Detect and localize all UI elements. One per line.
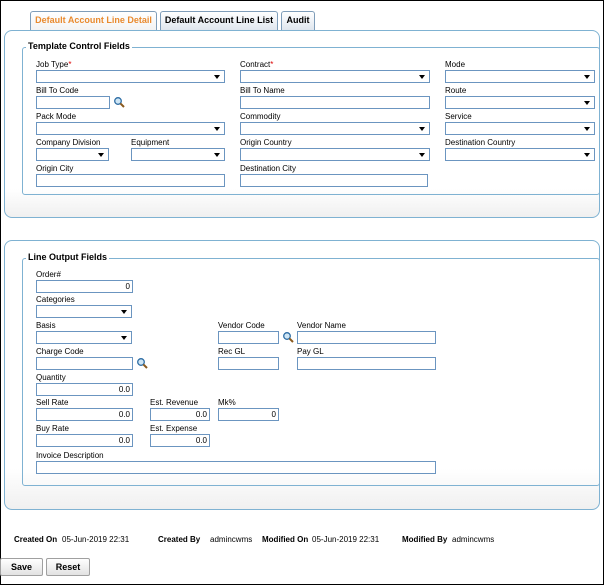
- categories-select[interactable]: [36, 305, 132, 318]
- mk-pct-input[interactable]: 0: [218, 408, 279, 421]
- route-select[interactable]: [445, 96, 595, 109]
- bill-to-code-input[interactable]: [36, 96, 110, 109]
- commodity-label: Commodity: [240, 112, 281, 121]
- chevron-down-icon: [121, 310, 127, 314]
- rec-gl-label: Rec GL: [218, 347, 246, 356]
- chevron-down-icon: [419, 75, 425, 79]
- rec-gl-input[interactable]: [218, 357, 279, 370]
- chevron-down-icon: [584, 127, 590, 131]
- destination-city-input[interactable]: [240, 174, 428, 187]
- destination-country-select[interactable]: [445, 148, 595, 161]
- charge-code-input[interactable]: [36, 357, 133, 370]
- created-by-value: admincwms: [210, 535, 253, 544]
- tab-audit[interactable]: Audit: [281, 11, 315, 30]
- pack-mode-label: Pack Mode: [36, 112, 77, 121]
- sell-rate-label: Sell Rate: [36, 398, 69, 407]
- chevron-down-icon: [419, 127, 425, 131]
- modified-on-label: Modified On: [262, 535, 309, 544]
- modified-by-label: Modified By: [402, 535, 448, 544]
- vendor-name-label: Vendor Name: [297, 321, 346, 330]
- destination-country-label: Destination Country: [445, 138, 516, 147]
- buy-rate-input[interactable]: 0.0: [36, 434, 133, 447]
- reset-button[interactable]: Reset: [46, 558, 90, 576]
- est-expense-input[interactable]: 0.0: [150, 434, 210, 447]
- quantity-label: Quantity: [36, 373, 66, 382]
- est-revenue-input[interactable]: 0.0: [150, 408, 210, 421]
- invoice-description-label: Invoice Description: [36, 451, 104, 460]
- chevron-down-icon: [98, 153, 104, 157]
- chevron-down-icon: [121, 336, 127, 340]
- destination-city-label: Destination City: [240, 164, 297, 173]
- bill-to-name-input[interactable]: [240, 96, 430, 109]
- service-label: Service: [445, 112, 472, 121]
- equipment-label: Equipment: [131, 138, 170, 147]
- basis-label: Basis: [36, 321, 56, 330]
- contract-select[interactable]: [240, 70, 430, 83]
- job-type-label: Job Type*: [36, 60, 72, 69]
- save-button[interactable]: Save: [0, 558, 43, 576]
- modified-on-value: 05-Jun-2019 22:31: [312, 535, 380, 544]
- sell-rate-input[interactable]: 0.0: [36, 408, 133, 421]
- equipment-select[interactable]: [131, 148, 225, 161]
- origin-country-select[interactable]: [240, 148, 430, 161]
- chevron-down-icon: [214, 127, 220, 131]
- order-input[interactable]: 0: [36, 280, 133, 293]
- origin-city-label: Origin City: [36, 164, 74, 173]
- chevron-down-icon: [419, 153, 425, 157]
- origin-country-label: Origin Country: [240, 138, 292, 147]
- created-by-label: Created By: [158, 535, 201, 544]
- quantity-input[interactable]: 0.0: [36, 383, 133, 396]
- magnifier-icon[interactable]: [113, 96, 125, 108]
- vendor-name-input[interactable]: [297, 331, 436, 344]
- chevron-down-icon: [214, 153, 220, 157]
- company-division-select[interactable]: [36, 148, 109, 161]
- tab-default-account-line-list[interactable]: Default Account Line List: [160, 11, 278, 30]
- commodity-select[interactable]: [240, 122, 430, 135]
- categories-label: Categories: [36, 295, 75, 304]
- service-select[interactable]: [445, 122, 595, 135]
- contract-label: Contract*: [240, 60, 274, 69]
- mk-pct-label: Mk%: [218, 398, 236, 407]
- vendor-code-input[interactable]: [218, 331, 279, 344]
- chevron-down-icon: [584, 101, 590, 105]
- line-output-legend: Line Output Fields: [26, 252, 109, 262]
- created-on-value: 05-Jun-2019 22:31: [62, 535, 130, 544]
- route-label: Route: [445, 86, 467, 95]
- est-revenue-label: Est. Revenue: [150, 398, 199, 407]
- magnifier-icon[interactable]: [136, 357, 148, 369]
- tab-default-account-line-detail[interactable]: Default Account Line Detail: [30, 11, 157, 30]
- bill-to-code-label: Bill To Code: [36, 86, 79, 95]
- job-type-select[interactable]: [36, 70, 225, 83]
- mode-select[interactable]: [445, 70, 595, 83]
- chevron-down-icon: [214, 75, 220, 79]
- chevron-down-icon: [584, 153, 590, 157]
- pay-gl-input[interactable]: [297, 357, 436, 370]
- mode-label: Mode: [445, 60, 466, 69]
- basis-select[interactable]: [36, 331, 132, 344]
- buy-rate-label: Buy Rate: [36, 424, 69, 433]
- bill-to-name-label: Bill To Name: [240, 86, 285, 95]
- company-division-label: Company Division: [36, 138, 101, 147]
- est-expense-label: Est. Expense: [150, 424, 198, 433]
- invoice-description-input[interactable]: [36, 461, 436, 474]
- pay-gl-label: Pay GL: [297, 347, 324, 356]
- origin-city-input[interactable]: [36, 174, 225, 187]
- order-label: Order#: [36, 270, 61, 279]
- modified-by-value: admincwms: [452, 535, 495, 544]
- magnifier-icon[interactable]: [282, 331, 294, 343]
- chevron-down-icon: [584, 75, 590, 79]
- created-on-label: Created On: [14, 535, 58, 544]
- vendor-code-label: Vendor Code: [218, 321, 265, 330]
- charge-code-label: Charge Code: [36, 347, 84, 356]
- template-control-legend: Template Control Fields: [26, 41, 132, 51]
- pack-mode-select[interactable]: [36, 122, 225, 135]
